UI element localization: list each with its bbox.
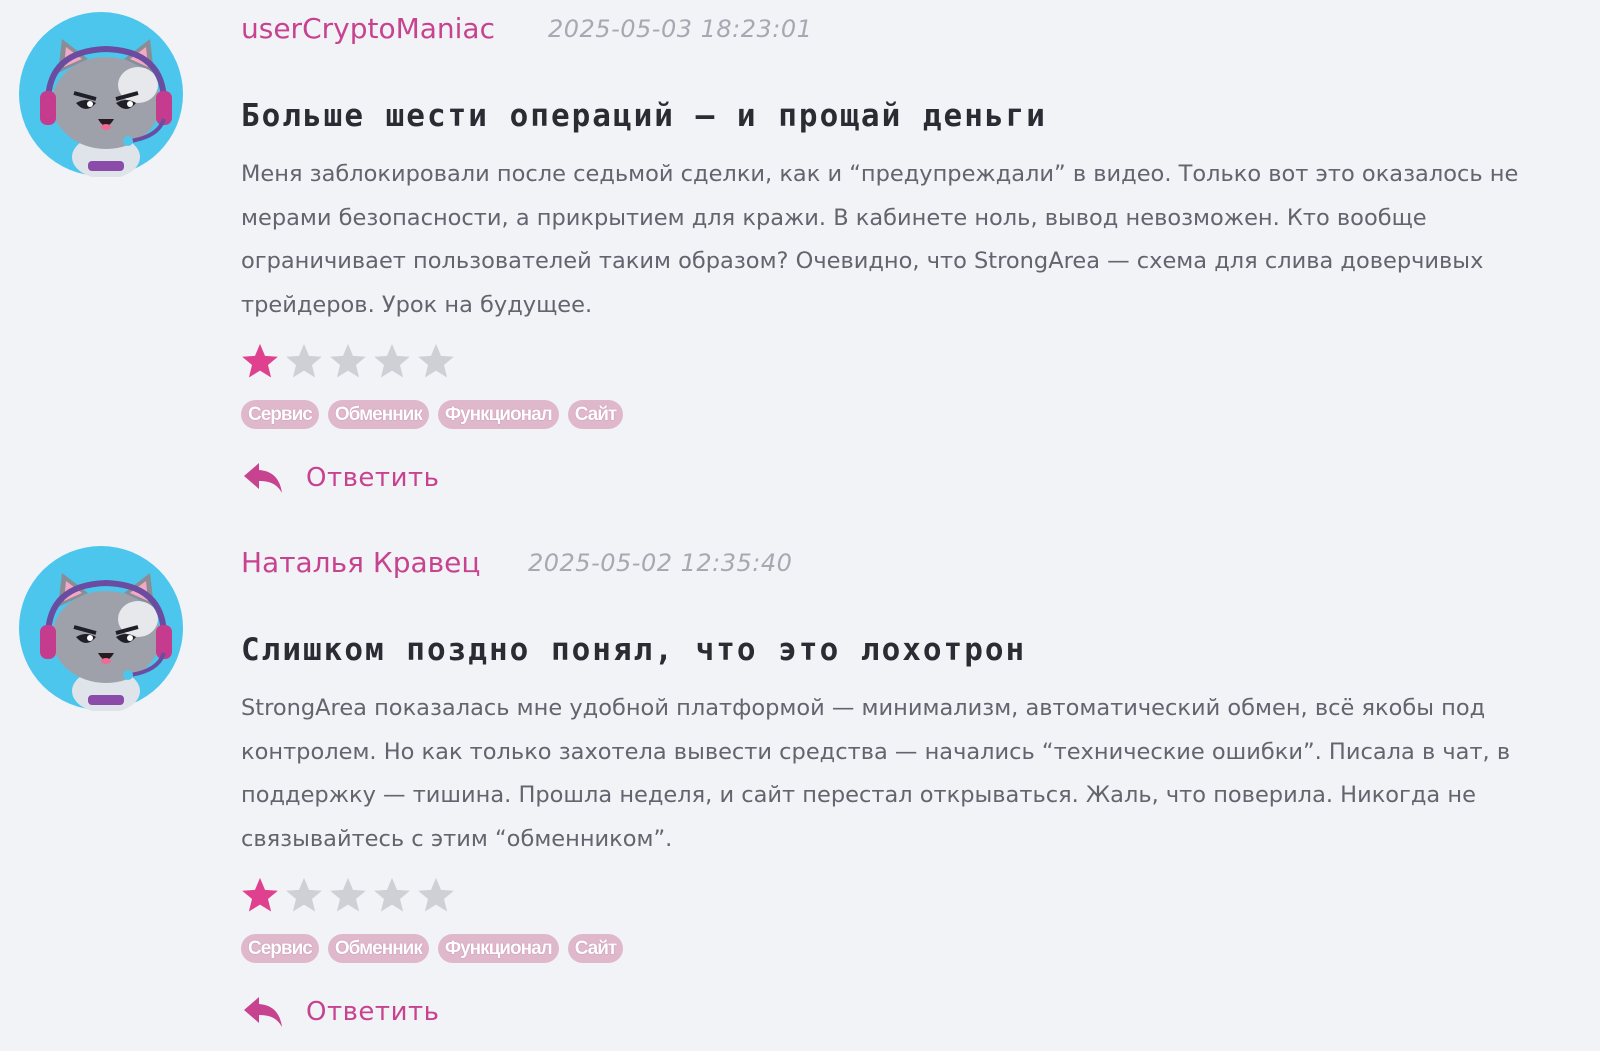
- review-body: StrongArea показалась мне удобной платфо…: [241, 695, 1511, 852]
- review-date: 2025-05-03 18:23:01: [548, 15, 813, 43]
- star-empty-icon: [417, 876, 455, 914]
- tag-functionality[interactable]: Функционал: [437, 934, 559, 963]
- tag-exchanger[interactable]: Обменник: [327, 934, 429, 963]
- reply-button[interactable]: Ответить: [242, 995, 439, 1029]
- star-empty-icon: [417, 342, 455, 380]
- star-empty-icon: [373, 876, 411, 914]
- cat-avatar-icon: [18, 11, 184, 177]
- star-filled-icon: [241, 342, 279, 380]
- tag-service[interactable]: Сервис: [241, 400, 319, 429]
- star-filled-icon: [241, 876, 279, 914]
- star-empty-icon: [285, 876, 323, 914]
- tag-service[interactable]: Сервис: [241, 934, 319, 963]
- reply-label: Ответить: [306, 997, 440, 1027]
- tag-functionality[interactable]: Функционал: [437, 400, 559, 429]
- review-body: Меня заблокировали после седьмой сделки,…: [241, 161, 1519, 318]
- reply-label: Ответить: [306, 463, 440, 493]
- star-empty-icon: [373, 342, 411, 380]
- tag-site[interactable]: Сайт: [567, 400, 624, 429]
- review-author[interactable]: userCryptoManiac: [241, 12, 495, 45]
- reply-button[interactable]: Ответить: [242, 461, 439, 495]
- star-empty-icon: [329, 342, 367, 380]
- review-title: Слишком поздно понял, что это лохотрон: [241, 632, 1027, 668]
- review-date: 2025-05-02 12:35:40: [528, 549, 793, 577]
- review-title: Больше шести операций — и прощай деньги: [241, 98, 1047, 134]
- review-author[interactable]: Наталья Кравец: [241, 546, 480, 579]
- review-tags: Сервис Обменник Функционал Сайт: [241, 400, 624, 429]
- star-empty-icon: [329, 876, 367, 914]
- rating-stars: [241, 342, 455, 380]
- star-empty-icon: [285, 342, 323, 380]
- rating-stars: [241, 876, 455, 914]
- tag-site[interactable]: Сайт: [567, 934, 624, 963]
- reply-arrow-icon: [242, 995, 284, 1029]
- reply-arrow-icon: [242, 461, 284, 495]
- tag-exchanger[interactable]: Обменник: [327, 400, 429, 429]
- cat-avatar-icon: [18, 545, 184, 711]
- review-tags: Сервис Обменник Функционал Сайт: [241, 934, 624, 963]
